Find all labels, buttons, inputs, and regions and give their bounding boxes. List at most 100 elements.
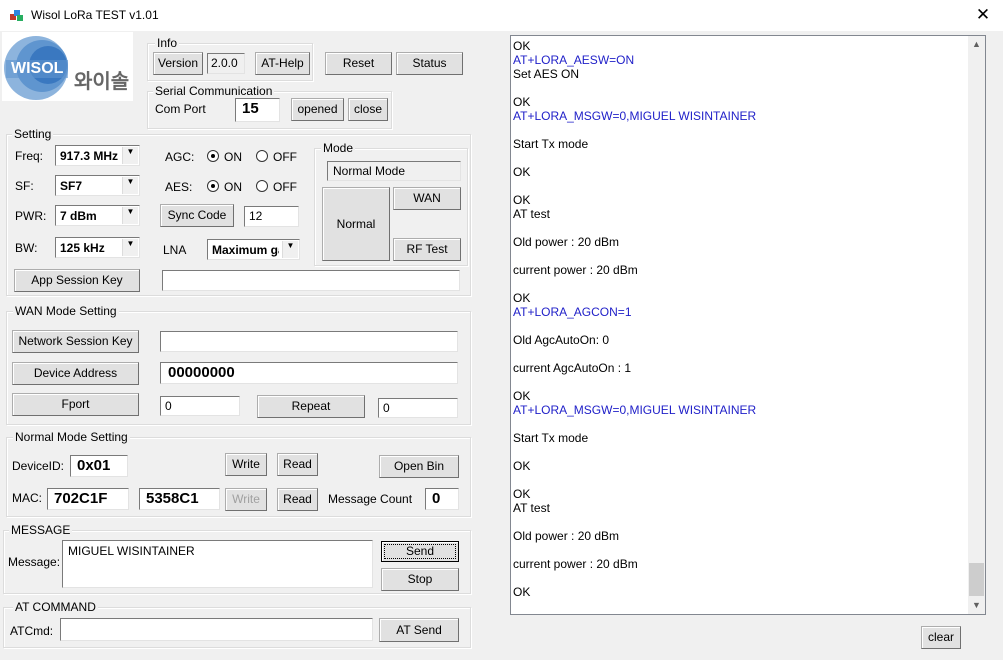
log-line: Start Tx mode — [513, 431, 589, 445]
setting-group-label: Setting — [12, 127, 54, 141]
sf-select[interactable]: SF7 ▼ — [55, 175, 140, 196]
mode-group-label: Mode — [321, 141, 356, 155]
log-line: OK — [513, 39, 531, 53]
mac-field-2[interactable]: 5358C1 — [139, 488, 220, 510]
app-icon — [10, 10, 23, 21]
pwr-select[interactable]: 7 dBm ▼ — [55, 205, 140, 226]
serial-group-label: Serial Communication — [153, 84, 275, 98]
app-session-key-button[interactable]: App Session Key — [14, 269, 140, 292]
clear-button[interactable]: clear — [921, 626, 961, 649]
normal-mode-button[interactable]: Normal — [322, 187, 390, 261]
message-group-label: MESSAGE — [9, 523, 73, 537]
read-id-button[interactable]: Read — [277, 453, 318, 476]
log-line: AT test — [513, 501, 550, 515]
log-line: current power : 20 dBm — [513, 263, 638, 277]
send-button[interactable]: Send — [381, 541, 459, 562]
bw-value: 125 kHz — [60, 241, 105, 255]
info-group-label: Info — [155, 36, 180, 50]
at-help-button[interactable]: AT-Help — [255, 52, 310, 75]
log-line: AT+LORA_MSGW=0,MIGUEL WISINTAINER — [513, 403, 757, 417]
message-textarea[interactable]: MIGUEL WISINTAINER — [62, 540, 373, 588]
freq-label: Freq: — [15, 149, 44, 163]
aes-on-radio[interactable] — [207, 180, 219, 192]
agc-on-radio[interactable] — [207, 150, 219, 162]
chevron-down-icon: ▼ — [122, 239, 138, 256]
agc-off-radio[interactable] — [256, 150, 268, 162]
freq-value: 917.3 MHz — [60, 149, 119, 163]
device-address-field[interactable]: 00000000 — [160, 362, 458, 384]
sync-code-field[interactable]: 12 — [244, 206, 299, 227]
logo-korean-text: 와이솔 — [74, 71, 130, 93]
lna-label: LNA — [163, 243, 187, 257]
log-line: AT test — [513, 207, 550, 221]
opened-button[interactable]: opened — [291, 98, 344, 121]
scroll-down-icon[interactable]: ▼ — [968, 597, 985, 614]
log-line: OK — [513, 459, 531, 473]
aes-off-radio[interactable] — [256, 180, 268, 192]
chevron-down-icon: ▼ — [282, 241, 298, 258]
bw-select[interactable]: 125 kHz ▼ — [55, 237, 140, 258]
log-line: AT+LORA_AGCON=1 — [513, 305, 632, 319]
network-session-key-field[interactable] — [160, 331, 458, 352]
write-id-button[interactable]: Write — [225, 453, 267, 476]
com-port-label: Com Port — [155, 102, 206, 116]
mode-current-field: Normal Mode — [327, 161, 461, 181]
log-line: current AgcAutoOn : 1 — [513, 361, 632, 375]
log-line: OK — [513, 95, 531, 109]
rf-test-button[interactable]: RF Test — [393, 238, 461, 261]
agc-on-label: ON — [224, 150, 242, 164]
com-port-field[interactable]: 15 — [235, 98, 280, 122]
at-command-group-label: AT COMMAND — [13, 600, 98, 614]
fport-field[interactable]: 0 — [160, 396, 240, 416]
log-output[interactable]: OK AT+LORA_AESW=ON Set AES ON OK AT+LORA_MSG… — [510, 35, 986, 615]
log-line: Old power : 20 dBm — [513, 529, 620, 543]
close-button[interactable]: close — [348, 98, 388, 121]
log-line: OK — [513, 585, 531, 599]
message-count-label: Message Count — [328, 492, 413, 506]
device-id-field[interactable]: 0x01 — [70, 455, 128, 477]
mac-field-1[interactable]: 702C1F — [47, 488, 129, 510]
chevron-down-icon: ▼ — [122, 147, 138, 164]
log-line: OK — [513, 487, 531, 501]
open-bin-button[interactable]: Open Bin — [379, 455, 459, 478]
log-line: Old AgcAutoOn: 0 — [513, 333, 610, 347]
read-mac-button[interactable]: Read — [277, 488, 318, 511]
lna-select[interactable]: Maximum gain▼ — [207, 239, 300, 260]
fport-button[interactable]: Fport — [12, 393, 139, 416]
close-window-icon[interactable]: ✕ — [968, 3, 998, 27]
wan-mode-button[interactable]: WAN — [393, 187, 461, 210]
device-address-button[interactable]: Device Address — [12, 362, 139, 385]
aes-on-label: ON — [224, 180, 242, 194]
write-mac-button[interactable]: Write — [225, 488, 267, 511]
freq-select[interactable]: 917.3 MHz ▼ — [55, 145, 140, 166]
app-session-key-field[interactable] — [162, 270, 460, 291]
pwr-value: 7 dBm — [60, 209, 97, 223]
aes-label: AES: — [165, 180, 193, 194]
log-scrollbar[interactable]: ▲ ▼ — [968, 36, 985, 614]
at-send-button[interactable]: AT Send — [379, 618, 459, 642]
chevron-down-icon: ▼ — [122, 177, 138, 194]
at-cmd-field[interactable] — [60, 618, 373, 641]
sync-code-button[interactable]: Sync Code — [160, 204, 234, 227]
log-line: OK — [513, 389, 531, 403]
reset-button[interactable]: Reset — [325, 52, 392, 75]
repeat-field[interactable]: 0 — [378, 398, 458, 418]
network-session-key-button[interactable]: Network Session Key — [12, 330, 139, 353]
stop-button[interactable]: Stop — [381, 568, 459, 591]
version-button[interactable]: Version — [153, 52, 203, 75]
log-line: Start Tx mode — [513, 137, 589, 151]
agc-off-label: OFF — [273, 150, 297, 164]
status-button[interactable]: Status — [396, 52, 463, 75]
repeat-button[interactable]: Repeat — [257, 395, 365, 418]
scroll-thumb[interactable] — [969, 563, 984, 596]
scroll-up-icon[interactable]: ▲ — [968, 36, 985, 53]
log-line: current power : 20 dBm — [513, 557, 638, 571]
